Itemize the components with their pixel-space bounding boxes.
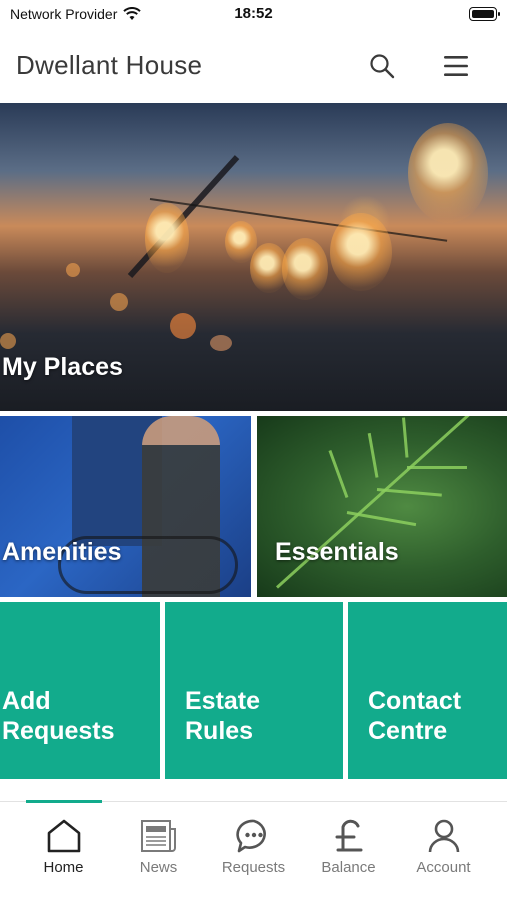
clock: 18:52: [234, 5, 273, 22]
app-header: Dwellant House: [0, 30, 507, 102]
tab-home-label: Home: [43, 859, 84, 876]
tab-news[interactable]: News: [111, 802, 206, 892]
bokeh-decoration: [110, 293, 128, 311]
frond-decoration: [407, 466, 467, 469]
tab-balance[interactable]: Balance: [301, 802, 396, 892]
bulb-decoration: [282, 238, 328, 300]
contact-centre-tile[interactable]: Contact Centre: [348, 602, 507, 779]
chat-bubble-icon: [235, 819, 266, 853]
tab-home[interactable]: Home: [16, 802, 111, 892]
add-requests-tile[interactable]: Add Requests: [0, 602, 160, 779]
bokeh-decoration: [210, 335, 232, 351]
tab-account-label: Account: [416, 859, 471, 876]
search-icon: [370, 54, 395, 79]
pound-icon: [335, 819, 362, 852]
estate-rules-label: Estate Rules: [185, 687, 261, 745]
frond-decoration: [376, 488, 442, 497]
menu-button[interactable]: [438, 48, 474, 84]
home-icon: [47, 819, 80, 853]
tab-news-label: News: [139, 859, 178, 876]
bokeh-decoration: [0, 333, 16, 349]
add-requests-label: Add Requests: [2, 687, 115, 745]
tab-balance-label: Balance: [321, 859, 376, 876]
bokeh-decoration: [66, 263, 80, 277]
status-bar: Network Provider 18:52: [0, 0, 507, 30]
bulb-decoration: [330, 213, 392, 291]
tab-requests-label: Requests: [221, 859, 286, 876]
my-places-tile[interactable]: My Places: [0, 103, 507, 411]
newspaper-icon: [140, 820, 176, 852]
essentials-label: Essentials: [275, 538, 399, 566]
estate-rules-tile[interactable]: Estate Rules: [165, 602, 343, 779]
bokeh-decoration: [170, 313, 196, 339]
bulb-decoration: [145, 203, 189, 273]
bulb-decoration: [408, 123, 488, 223]
tab-account[interactable]: Account: [396, 802, 491, 892]
tab-requests[interactable]: Requests: [206, 802, 301, 892]
wire-decoration: [149, 198, 448, 242]
battery-icon: [469, 7, 500, 21]
person-icon: [428, 819, 459, 853]
frond-decoration: [346, 511, 417, 527]
amenities-label: Amenities: [2, 538, 122, 566]
amenities-tile[interactable]: Amenities: [0, 416, 251, 597]
hamburger-menu-icon: [444, 56, 468, 76]
my-places-label: My Places: [2, 353, 123, 381]
bottom-tab-bar: Home News Requests Balance Account: [0, 800, 507, 900]
bulb-decoration: [225, 221, 257, 263]
search-button[interactable]: [364, 48, 400, 84]
frond-decoration: [367, 432, 379, 478]
essentials-tile[interactable]: Essentials: [257, 416, 507, 597]
frond-decoration: [402, 417, 409, 458]
page-title: Dwellant House: [16, 50, 203, 80]
frond-decoration: [328, 450, 349, 499]
bulb-decoration: [250, 243, 288, 293]
contact-centre-label: Contact Centre: [368, 687, 462, 745]
